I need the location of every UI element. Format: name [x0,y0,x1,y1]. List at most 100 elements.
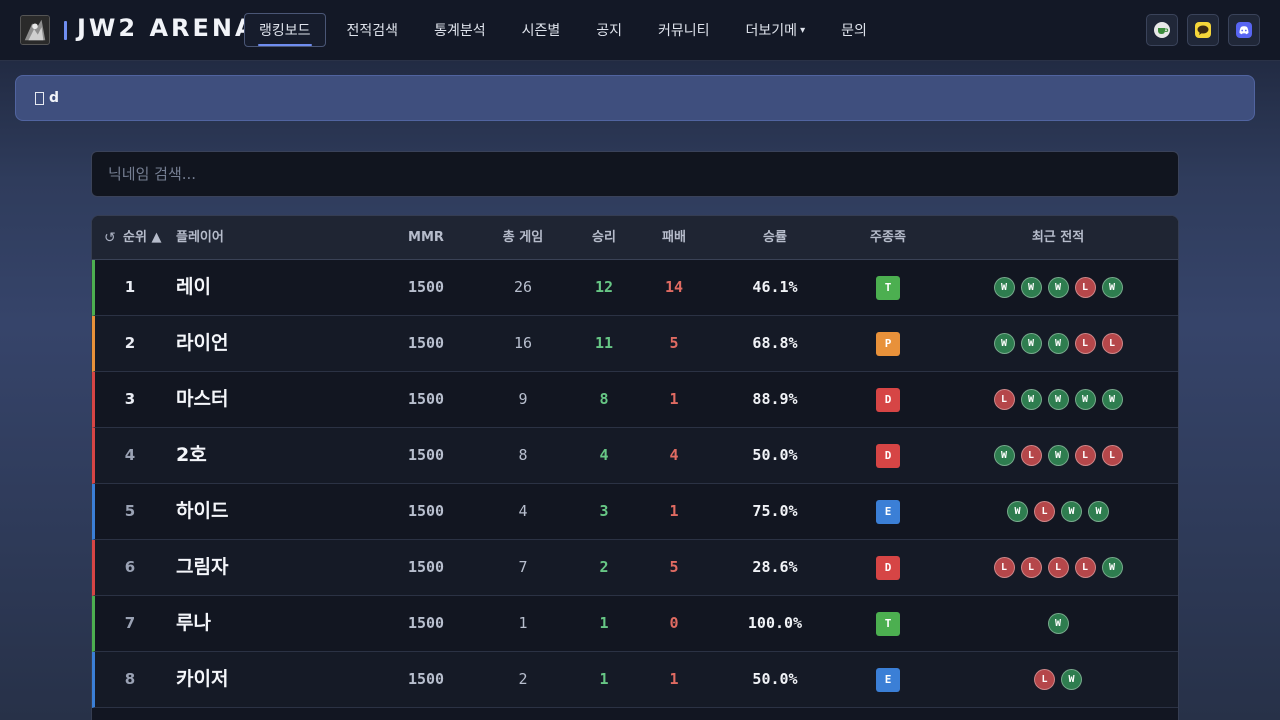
games-cell: 16 [513,334,533,352]
win-badge: W [1047,445,1069,466]
recent-results: W [972,596,1144,651]
nickname-cell[interactable]: 카이저 [176,652,228,707]
winrate-cell: 46.1% [752,278,798,296]
tier-badge: D [876,444,900,468]
main-nav: 랭킹보드 전적검색 통계분석 시즌별 공지 커뮤니티 더보기메 ▾ 문의 [244,13,888,47]
win-badge: W [1047,333,1069,354]
nickname-cell[interactable]: 그림자 [176,540,228,595]
site-logo-text[interactable]: JW2 ARENA [77,14,257,42]
discord-icon[interactable] [1228,14,1260,46]
table-row[interactable]: 6 그림자 1500 7 2 5 28.6% D L L L L W [92,540,1178,596]
nickname-cell[interactable]: 마스터 [176,372,228,427]
rank-cell: 5 [124,502,136,520]
tier-badge: D [876,388,900,412]
rank-cell: 8 [124,670,136,688]
mmr-cell: 1500 [407,670,445,688]
win-badge: W [1007,501,1028,522]
mmr-cell: 1500 [407,278,445,296]
table-row[interactable]: 4 2호 1500 8 4 4 50.0% D W L W L L [92,428,1178,484]
column-wins[interactable]: 승리 [570,216,638,260]
column-tier[interactable]: 주종족 [842,216,934,260]
loss-badge: L [1074,557,1096,578]
nav-community[interactable]: 커뮤니티 [643,13,725,47]
nav-notice[interactable]: 공지 [581,13,637,47]
nav-season[interactable]: 시즌별 [507,13,576,47]
rank-cell: 6 [124,558,136,576]
recent-results: LLLLW [972,540,1144,595]
table-row[interactable]: 2 라이언 1500 16 11 5 68.8% P W W W L L [92,316,1178,372]
table-row[interactable]: 5 하이드 1500 4 3 1 75.0% E W L W W [92,484,1178,540]
tier-badge: T [876,276,900,300]
losses-cell: 5 [669,558,679,576]
games-cell: 4 [518,502,528,520]
loss-badge: L [1047,557,1069,578]
nav-record-search[interactable]: 전적검색 [332,13,414,47]
wins-cell: 8 [599,390,609,408]
logo-accent-bar [64,21,67,40]
nav-statistics[interactable]: 통계분석 [419,13,501,47]
refresh-icon[interactable]: ↺ [104,216,116,260]
nav-ranking[interactable]: 랭킹보드 [244,13,326,47]
header-icon-group [1137,14,1260,46]
nickname-cell[interactable]: 루나 [176,596,211,651]
rank-cell: 3 [124,390,136,408]
table-row[interactable]: 8 카이저 1500 2 1 1 50.0% E L W [92,652,1178,708]
mmr-cell: 1500 [407,446,445,464]
win-badge: W [1020,333,1042,354]
games-cell: 2 [518,670,528,688]
winrate-cell: 88.9% [752,390,798,408]
nav-more-dropdown[interactable]: 더보기메 ▾ [731,13,821,47]
win-badge: W [1101,389,1123,410]
losses-cell: 0 [669,614,679,632]
rank-cell: 2 [124,334,136,352]
search-input[interactable] [91,151,1179,197]
chevron-down-icon: ▾ [800,24,806,36]
losses-cell: 1 [669,670,679,688]
logo-image[interactable] [20,15,50,45]
recent-results: WLWLL [972,428,1144,483]
tier-badge: E [876,500,900,524]
loss-badge: L [993,557,1015,578]
recent-results: LWWWW [972,372,1144,427]
column-recent: 최근 전적 [1031,230,1085,245]
recent-results: LW [972,652,1144,707]
column-games[interactable]: 총 게임 [482,216,564,260]
nickname-cell[interactable]: 라이언 [176,316,228,371]
coffee-icon[interactable] [1146,14,1178,46]
winrate-cell: 68.8% [752,334,798,352]
ranking-table: ↺ 순위 ▲ 플레이어 MMR 총 게임 승리 패배 승률 주종족 최근 전적 … [91,215,1179,720]
win-badge: W [1020,389,1042,410]
loss-badge: L [1034,669,1055,690]
table-header: ↺ 순위 ▲ 플레이어 MMR 총 게임 승리 패배 승률 주종족 최근 전적 [92,216,1178,260]
win-badge: W [1088,501,1109,522]
notice-text: d [49,90,60,106]
recent-results: WWWLL [972,316,1144,371]
table-row[interactable]: 3 마스터 1500 9 8 1 88.9% D L W W W W [92,372,1178,428]
wins-cell: 1 [599,670,609,688]
win-badge: W [1061,669,1082,690]
winrate-cell: 50.0% [752,446,798,464]
nickname-cell[interactable]: 2호 [176,428,207,483]
nav-contact[interactable]: 문의 [826,13,882,47]
loss-badge: L [1020,557,1042,578]
games-cell: 8 [518,446,528,464]
games-cell: 7 [518,558,528,576]
column-rank[interactable]: 순위 ▲ [123,216,161,260]
nickname-cell[interactable]: 하이드 [176,484,228,539]
kakaotalk-icon[interactable] [1187,14,1219,46]
games-cell: 1 [518,614,528,632]
mmr-cell: 1500 [407,558,445,576]
nickname-cell[interactable]: 레이 [176,260,211,315]
losses-cell: 1 [669,502,679,520]
column-mmr[interactable]: MMR [382,216,470,260]
table-row[interactable]: 1 레이 1500 26 12 14 46.1% T W W W L W [92,260,1178,316]
column-losses[interactable]: 패배 [640,216,708,260]
table-row[interactable]: 7 루나 1500 1 1 0 100.0% T W [92,596,1178,652]
rank-cell: 7 [124,614,136,632]
loss-badge: L [1074,445,1096,466]
loss-badge: L [1020,445,1042,466]
column-nickname[interactable]: 플레이어 [176,216,224,260]
column-winrate[interactable]: 승률 [730,216,820,260]
losses-cell: 14 [664,278,684,296]
losses-cell: 1 [669,390,679,408]
